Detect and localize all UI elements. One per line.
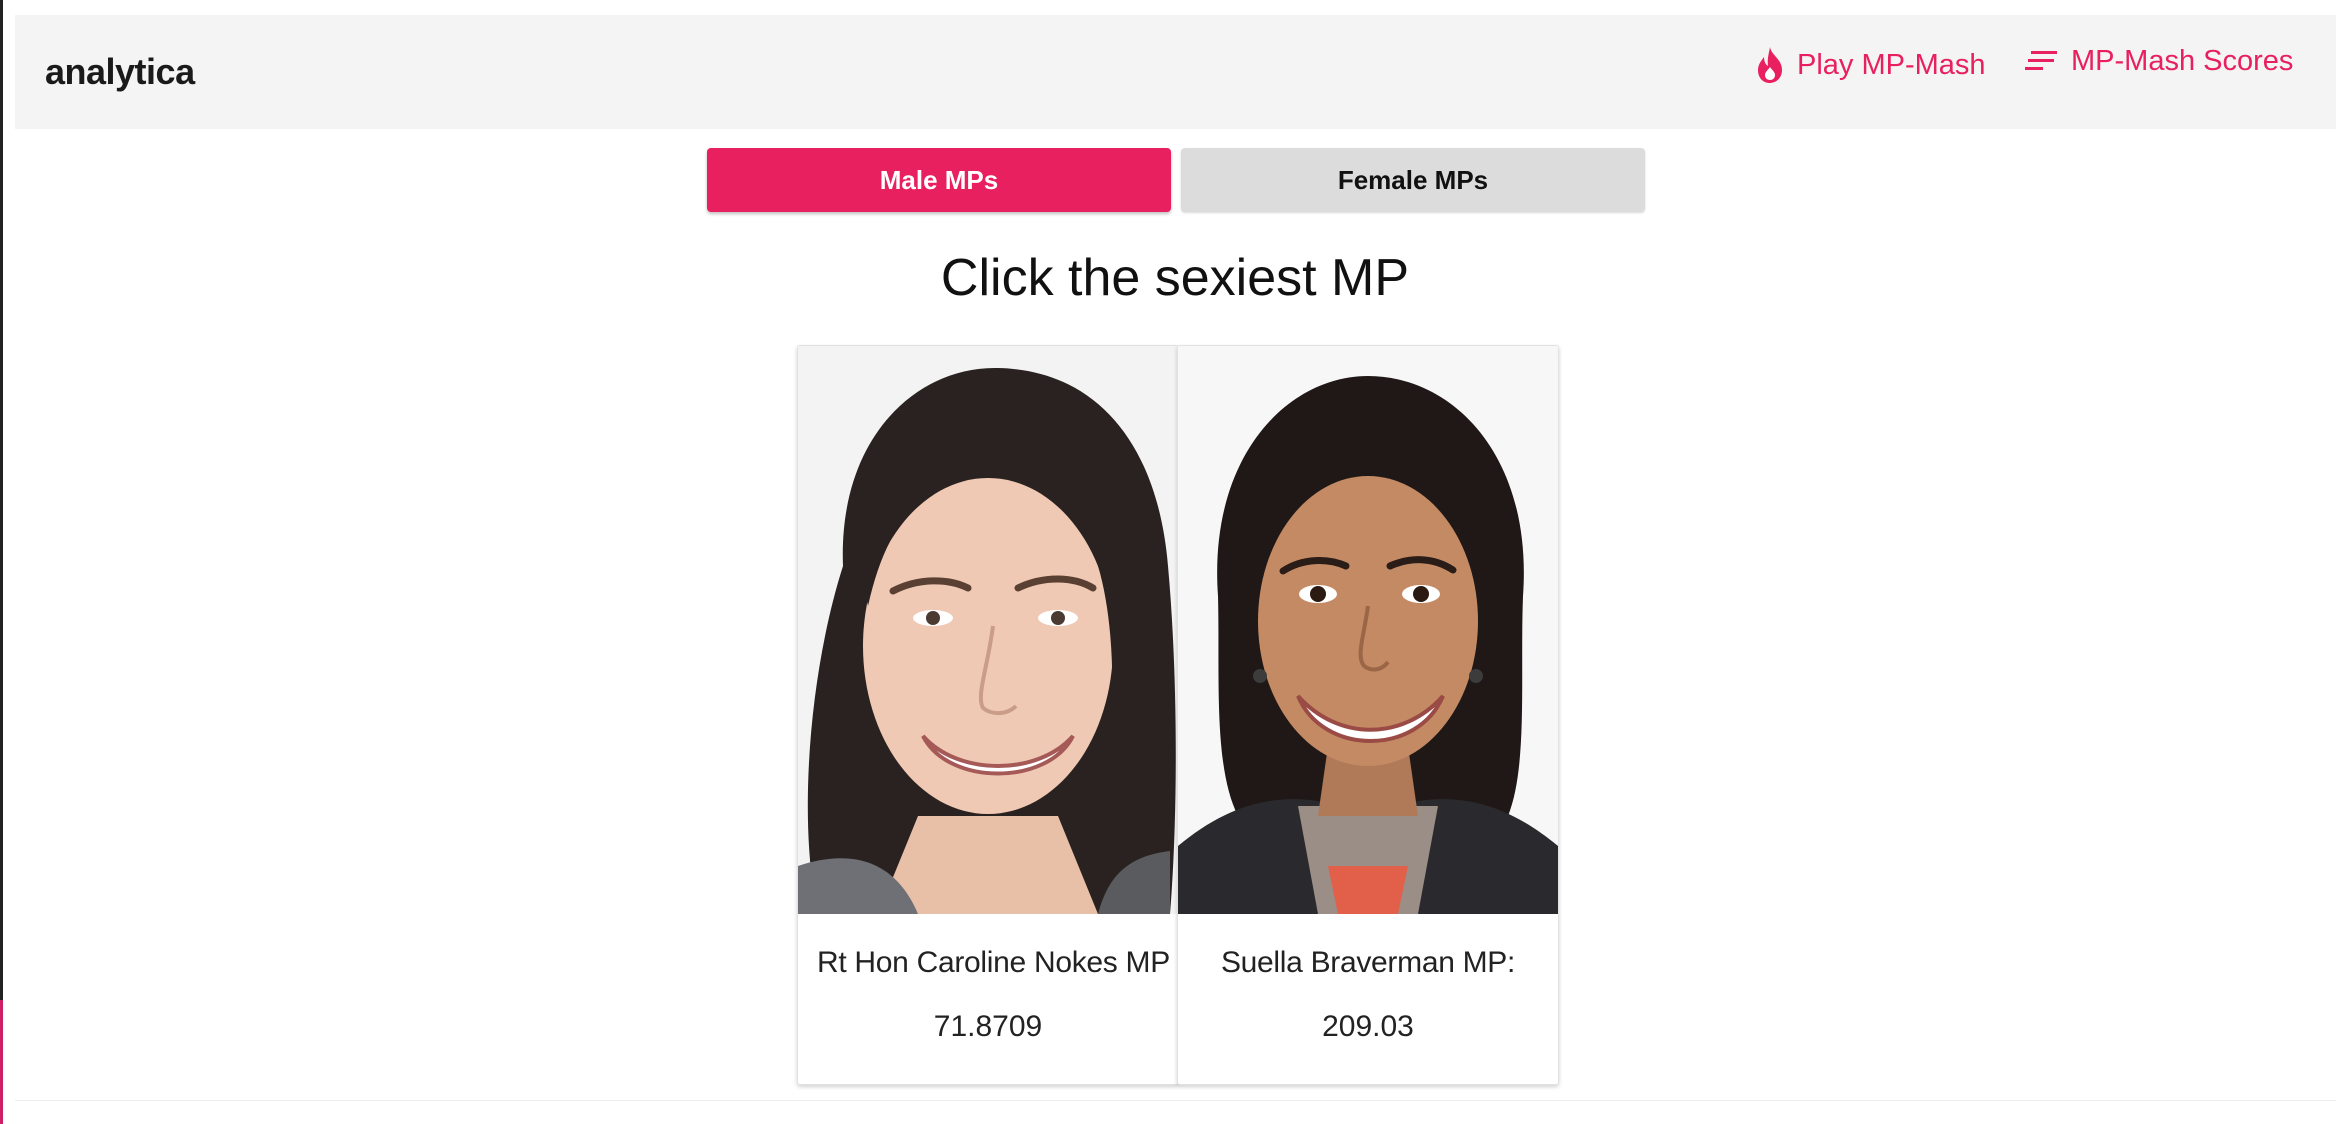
window-edge	[0, 0, 3, 1124]
page-title: Click the sexiest MP	[940, 249, 1410, 307]
mp-photo	[1178, 346, 1558, 914]
mp-card[interactable]: Rt Hon Caroline Nokes MP 71.8709	[797, 345, 1179, 1085]
mp-mash-scores-link[interactable]: MP-Mash Scores	[2025, 45, 2293, 78]
play-mp-mash-label: Play MP-Mash	[1797, 48, 1986, 81]
mp-card[interactable]: Suella Braverman MP: 209.03	[1177, 345, 1559, 1085]
mp-score: 209.03	[1322, 1010, 1414, 1043]
window-edge-accent	[0, 1000, 3, 1124]
brand-logo[interactable]: analytica	[45, 51, 195, 93]
tab-male-mps[interactable]: Male MPs	[707, 148, 1171, 212]
mp-mash-scores-label: MP-Mash Scores	[2071, 45, 2294, 77]
mp-score: 71.8709	[933, 1010, 1043, 1043]
footer-divider	[15, 1100, 2336, 1101]
sort-lines-icon	[2025, 49, 2059, 75]
flame-icon	[1755, 45, 1785, 85]
mp-name: Suella Braverman MP:	[1220, 946, 1516, 979]
tab-female-mps[interactable]: Female MPs	[1181, 148, 1645, 212]
play-mp-mash-link[interactable]: Play MP-Mash	[1755, 45, 1986, 85]
mp-name: Rt Hon Caroline Nokes MP	[817, 946, 1170, 979]
top-navbar: analytica Play MP-Mash MP-Mash Scores	[15, 15, 2336, 129]
mp-photo	[798, 346, 1178, 914]
